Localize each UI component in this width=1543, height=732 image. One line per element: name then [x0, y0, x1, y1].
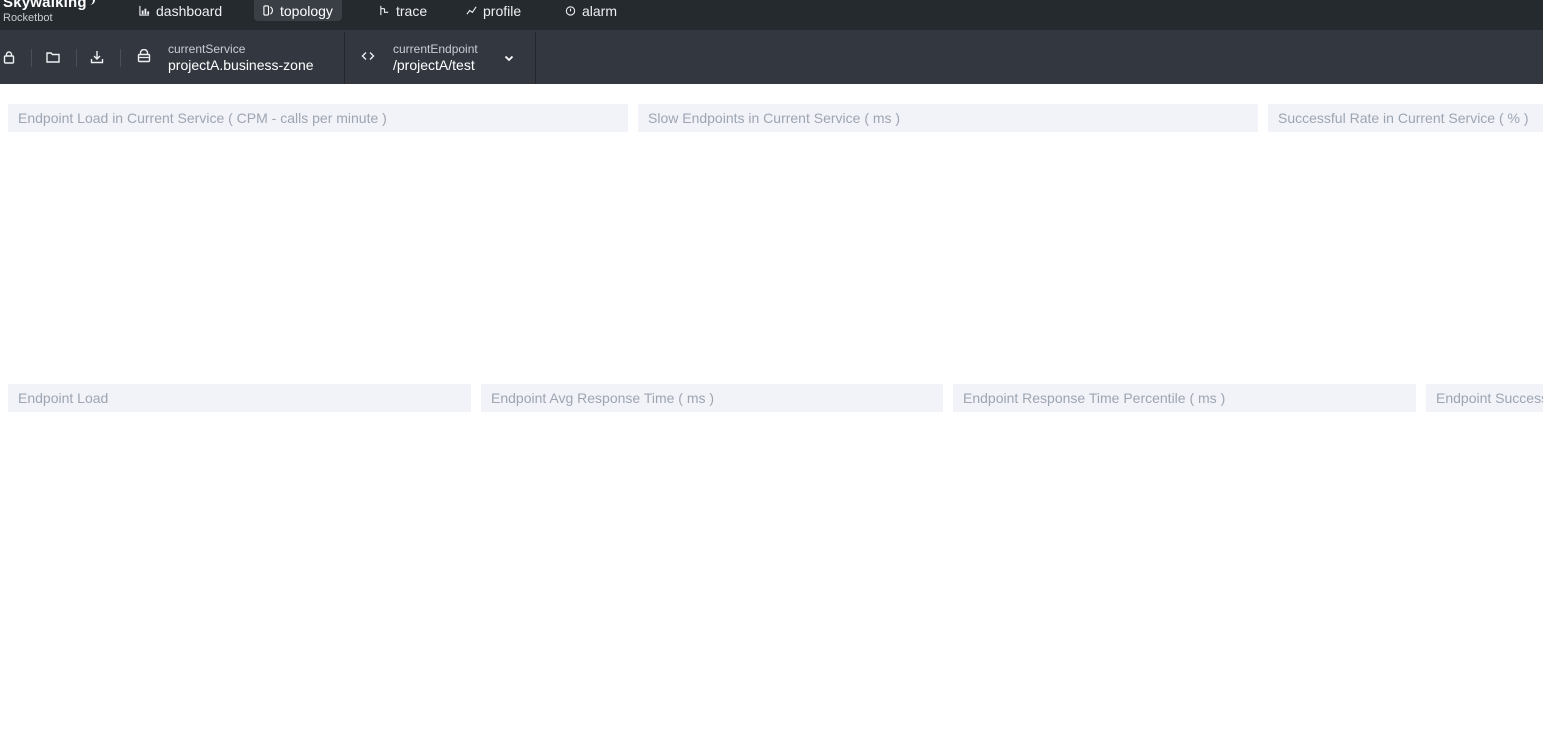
tab-alarm[interactable]: alarm	[556, 0, 626, 21]
tab-label: topology	[280, 2, 333, 19]
brand-subtitle: Rocketbot	[3, 12, 53, 24]
chevron-down-icon[interactable]	[503, 52, 515, 64]
tab-label: trace	[396, 2, 428, 19]
lock-icon[interactable]	[2, 50, 16, 64]
panel-endpoint-response-percentile-header: Endpoint Response Time Percentile ( ms )	[953, 384, 1416, 412]
tab-label: profile	[483, 2, 522, 19]
current-service-label: currentService	[168, 42, 246, 56]
dashboard-icon	[139, 5, 150, 16]
panel-endpoint-load-header: Endpoint Load	[8, 384, 471, 412]
code-icon	[361, 49, 375, 63]
endpoint-selector[interactable]: currentEndpoint /projectA/test	[345, 30, 535, 84]
service-toolbar: currentService projectA.business-zone cu…	[0, 30, 1543, 84]
panel-endpoint-load-in-service-header: Endpoint Load in Current Service ( CPM -…	[8, 104, 628, 132]
service-icon	[137, 49, 151, 63]
top-navigation-bar: Skywalking Rocketbot dashboard topology …	[0, 0, 1543, 30]
tab-topology[interactable]: topology	[254, 0, 342, 21]
toolbar-divider	[31, 49, 32, 67]
panel-successful-rate-in-service-header: Successful Rate in Current Service ( % )	[1268, 104, 1543, 132]
download-icon[interactable]	[90, 50, 104, 64]
current-service-value: projectA.business-zone	[168, 57, 314, 73]
trace-icon	[379, 5, 390, 16]
topology-icon	[263, 5, 274, 16]
panel-endpoint-successful-rate-header: Endpoint Successful Rate ( % )	[1426, 384, 1543, 412]
service-selector[interactable]: currentService projectA.business-zone	[130, 30, 344, 84]
toolbar-divider	[120, 49, 121, 67]
brand-name: Skywalking	[3, 0, 87, 11]
profile-icon	[466, 5, 477, 16]
tab-trace[interactable]: trace	[370, 0, 436, 21]
tab-profile[interactable]: profile	[457, 0, 530, 21]
tab-label: alarm	[582, 2, 618, 19]
logo-mark-icon	[87, 0, 95, 5]
current-endpoint-label: currentEndpoint	[393, 42, 478, 56]
folder-icon[interactable]	[46, 50, 60, 64]
tab-dashboard[interactable]: dashboard	[130, 0, 231, 21]
selector-divider	[535, 32, 536, 84]
tab-label: dashboard	[156, 2, 223, 19]
toolbar-divider	[76, 49, 77, 67]
panel-endpoint-avg-response-time-header: Endpoint Avg Response Time ( ms )	[481, 384, 943, 412]
skywalking-logo[interactable]: Skywalking Rocketbot	[3, 0, 103, 30]
panel-slow-endpoints-header: Slow Endpoints in Current Service ( ms )	[638, 104, 1258, 132]
current-endpoint-value: /projectA/test	[393, 57, 475, 73]
alarm-icon	[565, 5, 576, 16]
